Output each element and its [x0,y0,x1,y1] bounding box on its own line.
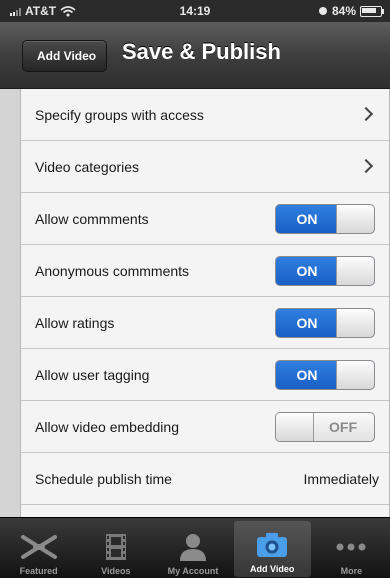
tab-label: Featured [19,566,58,576]
camera-icon [253,530,291,560]
person-icon [174,532,212,562]
toggle-state: ON [296,367,318,383]
tab-my-account[interactable]: My Account [154,518,231,578]
toggle-state: ON [296,211,318,227]
row-schedule-publish-time[interactable]: Schedule publish time Immediately [21,452,389,504]
row-allow-user-tagging: Allow user tagging ON [21,348,389,400]
row-anonymous-comments: Anonymous commments ON [21,244,389,296]
tab-featured[interactable]: Featured [0,518,77,578]
rotation-lock-icon [318,7,327,15]
back-button[interactable]: Add Video [22,40,108,72]
row-label: Specify groups with access [35,107,204,123]
row-partial [21,504,389,517]
row-value: Immediately [303,471,379,487]
toggle-knob [336,309,374,337]
status-bar: AT&T 14:19 84% [0,0,390,22]
row-label: Schedule publish time [35,471,172,487]
toggle-state: OFF [329,419,357,435]
toggle-knob [336,361,374,389]
toggle-state: ON [296,315,318,331]
tab-label: Videos [101,566,131,576]
tab-bar: Featured Videos My Account Add Video Mor… [0,517,390,578]
settings-content[interactable]: Specify groups with access Video categor… [0,89,390,517]
allow-comments-toggle[interactable]: ON [275,204,375,234]
battery-status: 84% [318,4,384,18]
toggle-knob [276,413,314,441]
row-video-categories[interactable]: Video categories [21,140,389,192]
toggle-knob [336,205,374,233]
row-groups-access[interactable]: Specify groups with access [21,89,389,140]
toggle-state: ON [296,263,318,279]
row-label: Anonymous commments [35,263,190,279]
tab-label: My Account [167,566,219,576]
toggle-knob [336,257,374,285]
battery-percentage: 84% [331,4,356,18]
navigation-bar: Add Video Save & Publish [0,22,390,89]
page-title: Save & Publish [122,39,281,64]
app-screen: AT&T 14:19 84% Add Video Save & Publish … [0,0,390,578]
row-allow-ratings: Allow ratings ON [21,296,389,348]
tab-add-video[interactable]: Add Video [233,521,311,577]
film-icon [97,532,135,562]
back-button-label: Add Video [37,49,97,63]
allow-ratings-toggle[interactable]: ON [275,308,375,338]
tab-videos[interactable]: Videos [77,518,154,578]
tab-more[interactable]: More [313,518,390,578]
row-label: Allow video embedding [35,419,179,435]
anonymous-comments-toggle[interactable]: ON [275,256,375,286]
tab-label: Add Video [250,564,295,574]
row-label: Allow user tagging [35,367,150,383]
row-label: Video categories [35,159,140,175]
settings-list: Specify groups with access Video categor… [20,89,390,517]
row-label: Allow ratings [35,315,115,331]
row-allow-video-embedding: Allow video embedding OFF [21,400,389,452]
row-label: Allow commments [35,211,149,227]
more-icon [332,532,370,562]
allow-user-tagging-toggle[interactable]: ON [275,360,375,390]
battery-icon [360,5,384,17]
row-allow-comments: Allow commments ON [21,192,389,244]
chevron-right-icon [358,158,374,174]
featured-icon [20,532,58,562]
chevron-right-icon [358,106,374,122]
allow-video-embedding-toggle[interactable]: OFF [275,412,375,442]
tab-label: More [340,566,363,576]
